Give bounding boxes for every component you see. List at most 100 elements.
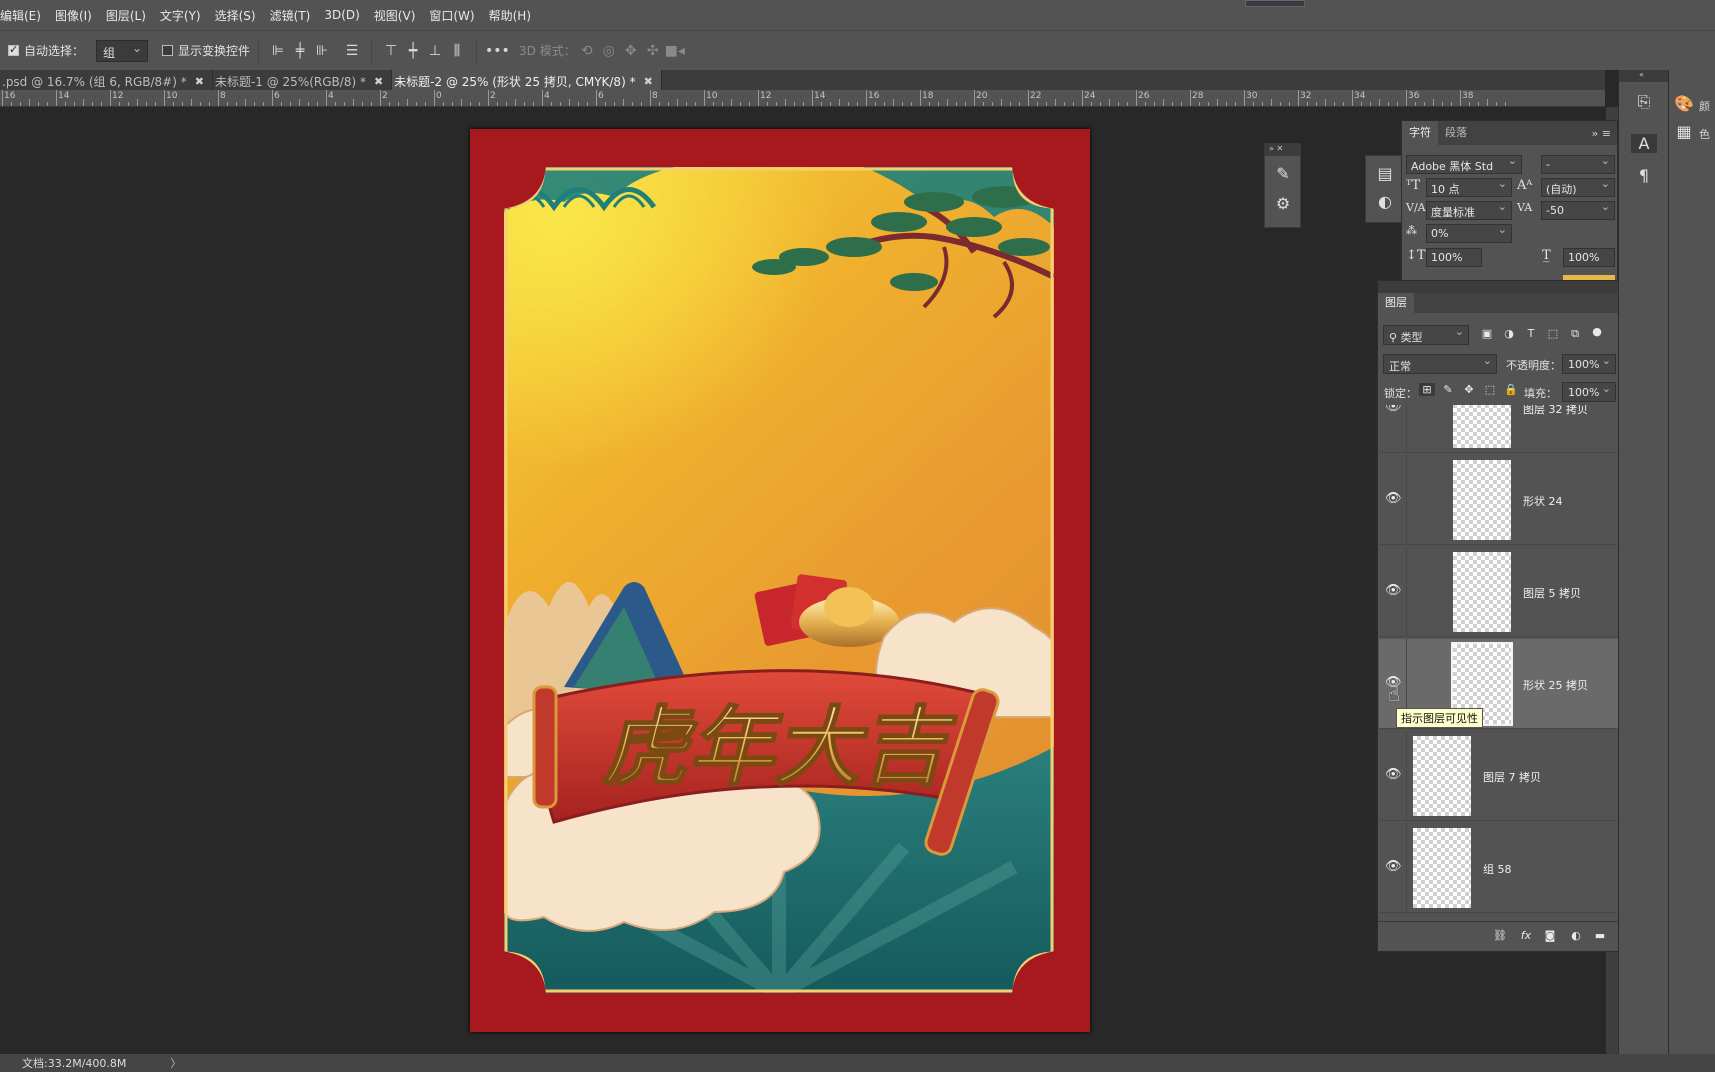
menu-item-0[interactable]: 编辑(E) [0, 7, 48, 24]
collapse-icon[interactable]: » ✕ [1265, 144, 1300, 156]
distribute-v-icon[interactable]: ⫼ [446, 43, 468, 59]
3d-roll-icon[interactable]: ◎ [598, 43, 620, 59]
close-tab-icon[interactable]: ✖ [374, 75, 383, 88]
font-family-select[interactable]: Adobe 黑体 Std [1406, 155, 1522, 174]
visibility-toggle[interactable]: 👁 [1379, 405, 1407, 453]
show-transform-checkbox[interactable] [162, 45, 174, 56]
visibility-toggle[interactable]: 👁 [1379, 731, 1407, 821]
3d-scale-icon[interactable]: ■◂ [664, 43, 686, 59]
lock-transparency-icon[interactable]: ⊞ [1419, 383, 1435, 396]
layer-thumbnail[interactable] [1413, 828, 1471, 908]
font-size-field[interactable]: 10 点 [1426, 178, 1512, 197]
layer-name[interactable]: 图层 32 拷贝 [1523, 405, 1588, 417]
auto-select-dropdown[interactable]: 组 [96, 39, 149, 62]
panel-menu-icon[interactable]: » ≡ [1592, 127, 1617, 140]
menu-item-1[interactable]: 图像(I) [48, 7, 99, 24]
vertical-scale-field[interactable]: 100% [1426, 248, 1482, 267]
filter-type-icon[interactable]: T [1523, 327, 1539, 340]
menu-item-7[interactable]: 视图(V) [367, 7, 423, 24]
filter-shape-icon[interactable]: ⬚ [1545, 327, 1561, 340]
menu-item-6[interactable]: 3D(D) [317, 8, 366, 22]
visibility-toggle[interactable]: 👁 [1379, 823, 1407, 913]
more-options-icon[interactable]: ••• [485, 43, 510, 59]
swatches-grid-icon[interactable]: ▦ [1671, 122, 1697, 141]
align-top-icon[interactable]: ⊤ [380, 43, 402, 59]
libraries-icon[interactable]: ▤ [1372, 164, 1398, 183]
eye-icon[interactable]: 👁 [1385, 491, 1403, 509]
adjustment-circle-icon[interactable]: ◐ [1372, 192, 1398, 211]
new-adjustment-icon[interactable]: ◐ [1568, 929, 1584, 942]
layer-thumbnail[interactable] [1453, 552, 1511, 632]
close-tab-icon[interactable]: ✖ [644, 75, 653, 88]
close-tab-icon[interactable]: ✖ [195, 75, 204, 88]
color-palette-icon[interactable]: 🎨 [1671, 94, 1697, 113]
align-center-h-icon[interactable]: ╪ [289, 43, 311, 59]
filter-smart-object-icon[interactable]: ⧉ [1567, 327, 1583, 341]
tracking-field[interactable]: -50 [1541, 201, 1615, 220]
layer-thumbnail[interactable] [1453, 405, 1511, 448]
distribute-icon[interactable]: ☰ [341, 43, 363, 59]
document-tab[interactable]: .psd @ 16.7% (组 6, RGB/8#) * ✖ [0, 70, 213, 90]
fill-field[interactable]: 100% [1562, 382, 1616, 402]
dock-collapse-icon[interactable]: « [1619, 70, 1668, 82]
menu-item-5[interactable]: 滤镜(T) [263, 7, 318, 24]
visibility-toggle[interactable]: 👁 [1379, 547, 1407, 637]
document-tab[interactable]: 未标题-1 @ 25%(RGB/8) * ✖ [213, 70, 393, 90]
status-expand-icon[interactable]: 〉 [170, 1055, 181, 1071]
character-panel-icon[interactable]: A [1631, 134, 1657, 153]
horizontal-scale-field[interactable]: 100% [1563, 248, 1615, 267]
layers-panel-title[interactable]: 图层 [1378, 293, 1414, 313]
auto-select-checkbox[interactable] [8, 43, 19, 56]
menu-item-4[interactable]: 选择(S) [208, 7, 263, 24]
layer-name[interactable]: 图层 7 拷贝 [1483, 769, 1541, 785]
document-tab[interactable]: 未标题-2 @ 25% (形状 25 拷贝, CMYK/8) * ✖ [392, 70, 662, 90]
brush-settings-icon[interactable]: ✎ [1270, 164, 1296, 183]
layer-filter-select[interactable]: ⚲ 类型 [1383, 325, 1469, 345]
lock-artboard-icon[interactable]: ⬚ [1482, 383, 1498, 396]
kerning-field[interactable]: 度量标准 [1426, 201, 1512, 220]
align-middle-v-icon[interactable]: ┿ [402, 43, 424, 59]
tab-paragraph[interactable]: 段落 [1438, 121, 1474, 145]
align-right-icon[interactable]: ⊪ [311, 43, 333, 59]
adjustments-icon[interactable]: ⚙ [1270, 194, 1296, 213]
layer-thumbnail[interactable] [1453, 460, 1511, 540]
opacity-field[interactable]: 100% [1562, 354, 1616, 374]
eye-icon[interactable]: 👁 [1385, 583, 1403, 601]
leading-field[interactable]: (自动) [1541, 178, 1615, 197]
eye-icon[interactable]: 👁 [1385, 859, 1403, 877]
tsume-field[interactable]: 0% [1426, 224, 1512, 243]
layer-style-fx-icon[interactable]: fx [1518, 929, 1534, 942]
paragraph-icon[interactable]: ¶ [1631, 166, 1657, 185]
eye-icon[interactable]: 👁 [1385, 405, 1403, 417]
history-icon[interactable]: ⎘ [1631, 92, 1657, 112]
3d-drag-icon[interactable]: ✥ [620, 43, 642, 59]
lock-position-icon[interactable]: ✥ [1461, 383, 1477, 396]
3d-slide-icon[interactable]: ✣ [642, 43, 664, 59]
menu-item-2[interactable]: 图层(L) [99, 7, 153, 24]
align-left-icon[interactable]: ⊫ [267, 43, 289, 59]
link-layers-icon[interactable]: ⛓ [1492, 929, 1508, 942]
poster-canvas[interactable]: 虎年大吉 [470, 129, 1090, 1032]
visibility-toggle[interactable]: 👁 [1379, 455, 1407, 545]
eye-icon[interactable]: 👁 [1385, 767, 1403, 785]
align-bottom-icon[interactable]: ⊥ [424, 43, 446, 59]
filter-adjustment-icon[interactable]: ◑ [1501, 327, 1517, 340]
layer-name[interactable]: 形状 25 拷贝 [1523, 677, 1588, 693]
add-mask-icon[interactable]: ◙ [1542, 929, 1558, 942]
lock-image-icon[interactable]: ✎ [1440, 383, 1456, 396]
filter-pixel-icon[interactable]: ▣ [1479, 327, 1495, 340]
menu-item-3[interactable]: 文字(Y) [153, 7, 208, 24]
blend-mode-select[interactable]: 正常 [1383, 354, 1497, 374]
layer-name[interactable]: 图层 5 拷贝 [1523, 585, 1581, 601]
lock-all-icon[interactable]: 🔒 [1503, 383, 1519, 396]
layer-name[interactable]: 组 58 [1483, 861, 1512, 877]
layer-thumbnail[interactable] [1413, 736, 1471, 816]
3d-rotate-icon[interactable]: ⟲ [576, 43, 598, 59]
layer-name[interactable]: 形状 24 [1523, 493, 1563, 509]
new-group-icon[interactable]: ▬ [1592, 929, 1608, 942]
font-style-select[interactable]: - [1541, 155, 1615, 174]
filter-toggle-icon[interactable]: ● [1589, 325, 1605, 338]
menu-item-8[interactable]: 窗口(W) [422, 7, 481, 24]
menu-item-9[interactable]: 帮助(H) [482, 7, 538, 24]
tab-character[interactable]: 字符 [1402, 121, 1438, 145]
